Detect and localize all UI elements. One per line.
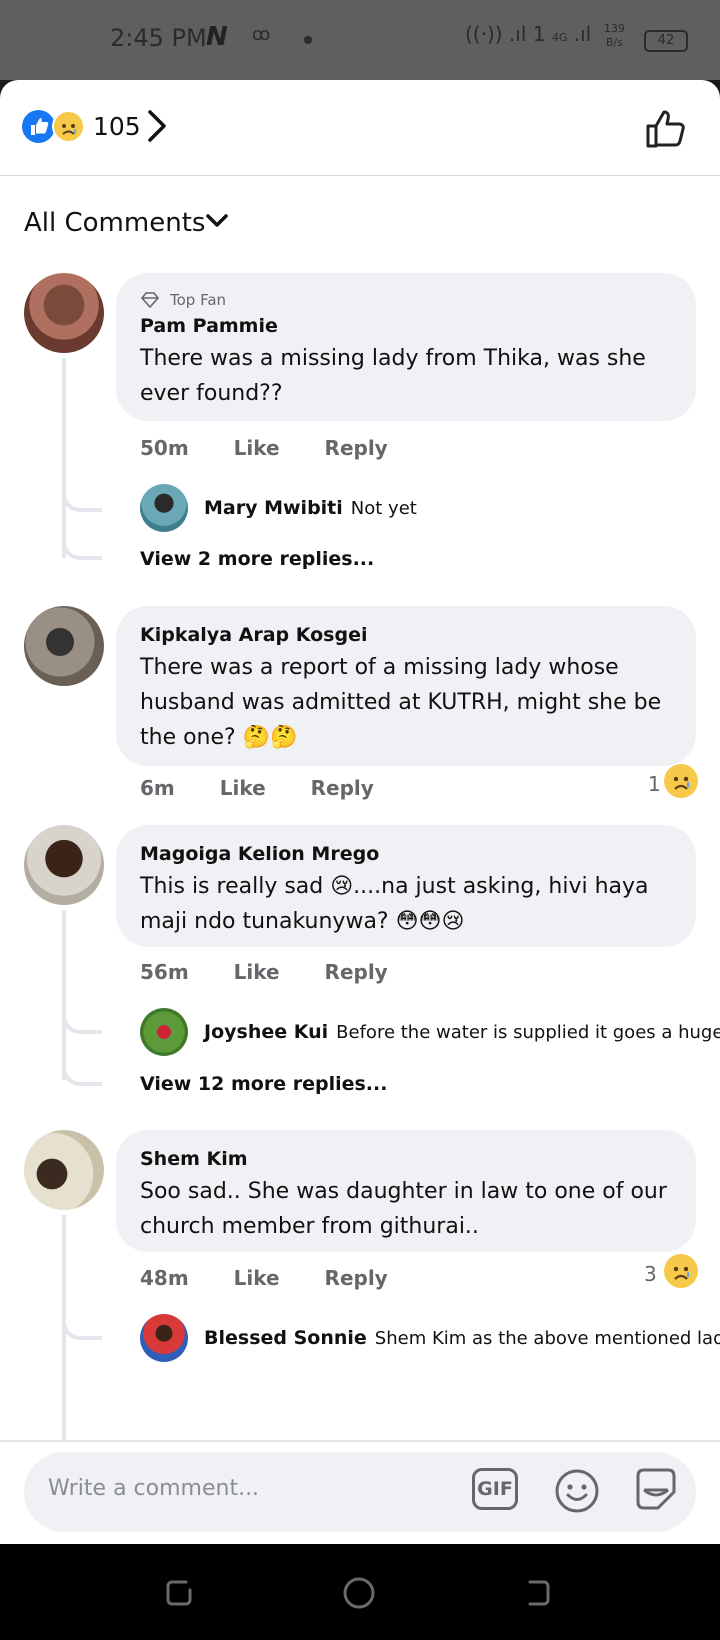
status-bar: 2:45 PM N ꝏ ((·)) .ıl 1 4G .ıl 139 B/s 42 — [0, 0, 720, 80]
reply-text: Not yet — [350, 497, 417, 519]
comment-text: There was a missing lady from Thika, was… — [140, 346, 646, 406]
net-speed: 139 B/s — [604, 22, 625, 49]
commenter-name[interactable]: Pam Pammie — [140, 315, 672, 337]
comment-actions: 48m Like Reply — [140, 1266, 426, 1290]
view-more-replies[interactable]: View 2 more replies... — [140, 548, 374, 570]
sticker-icon[interactable] — [632, 1466, 680, 1514]
like-outline-icon[interactable] — [644, 106, 688, 150]
notification-dot-icon — [304, 36, 312, 44]
avatar[interactable] — [24, 273, 104, 353]
avatar[interactable] — [140, 484, 188, 532]
like-reaction-icon — [22, 110, 55, 143]
reaction-count[interactable]: 1 — [648, 772, 661, 796]
commenter-name[interactable]: Kipkalya Arap Kosgei — [140, 624, 672, 646]
battery-icon: 42 — [644, 30, 688, 52]
status-time: 2:45 PM — [110, 24, 207, 52]
like-button[interactable]: Like — [234, 1266, 280, 1290]
n-app-icon: N — [206, 22, 228, 52]
reply-author[interactable]: Mary Mwibiti — [204, 497, 343, 519]
like-button[interactable]: Like — [234, 960, 280, 984]
like-button[interactable]: Like — [234, 436, 280, 460]
system-nav-bar — [0, 1544, 720, 1640]
comment-actions: 56m Like Reply — [140, 960, 426, 984]
reply-author[interactable]: Blessed Sonnie — [204, 1327, 367, 1349]
home-icon[interactable] — [342, 1576, 376, 1610]
comment-composer: Write a comment... GIF — [0, 1440, 720, 1544]
comment-actions: 50m Like Reply — [140, 436, 426, 460]
reply-button[interactable]: Reply — [325, 436, 388, 460]
comment-actions: 6m Like Reply — [140, 776, 412, 800]
reply-button[interactable]: Reply — [325, 960, 388, 984]
thread-connector — [62, 538, 102, 560]
comment-bubble[interactable]: Shem Kim Soo sad.. She was daughter in l… — [116, 1130, 696, 1252]
reply-item[interactable]: Joyshee Kui Before the water is supplied… — [140, 1008, 720, 1056]
avatar[interactable] — [24, 825, 104, 905]
back-icon[interactable] — [524, 1578, 554, 1608]
comment-bubble[interactable]: Magoiga Kelion Mrego This is really sad … — [116, 825, 696, 947]
comments-sheet: 105 All Comments Top Fan Pam Pammie Ther… — [0, 80, 720, 1544]
avatar[interactable] — [24, 606, 104, 686]
comment-time: 48m — [140, 1266, 189, 1290]
thread-connector — [62, 490, 102, 512]
recents-icon[interactable] — [164, 1578, 194, 1608]
reply-text: Before the water is supplied it goes a h… — [336, 1021, 720, 1043]
sad-reaction-icon — [664, 764, 698, 798]
commenter-name[interactable]: Shem Kim — [140, 1148, 672, 1170]
sad-reaction-icon — [664, 1254, 698, 1288]
reply-item[interactable]: Blessed Sonnie Shem Kim as the above men… — [140, 1314, 720, 1362]
commenter-name[interactable]: Magoiga Kelion Mrego — [140, 843, 672, 865]
like-button[interactable]: Like — [220, 776, 266, 800]
signal-icon: ((·)) .ıl 1 4G .ıl — [465, 22, 592, 46]
top-fan-badge: Top Fan — [140, 291, 672, 309]
thread-line — [62, 358, 66, 558]
avatar[interactable] — [24, 1130, 104, 1210]
comment-input[interactable]: Write a comment... GIF — [24, 1452, 696, 1532]
thread-line — [62, 910, 66, 1080]
comment-text: Soo sad.. She was daughter in law to one… — [140, 1179, 667, 1239]
thread-connector — [62, 1318, 102, 1340]
comment-text: This is really sad 😢....na just asking, … — [140, 874, 649, 934]
thread-connector — [62, 1064, 102, 1086]
diamond-icon — [140, 292, 160, 308]
reply-button[interactable]: Reply — [325, 1266, 388, 1290]
avatar[interactable] — [140, 1314, 188, 1362]
view-more-replies[interactable]: View 12 more replies... — [140, 1073, 387, 1095]
comment-time: 50m — [140, 436, 189, 460]
avatar[interactable] — [140, 1008, 188, 1056]
comment-filter-label[interactable]: All Comments — [24, 208, 205, 238]
thread-connector — [62, 1012, 102, 1034]
sad-reaction-icon — [52, 110, 85, 143]
comment-bubble[interactable]: Top Fan Pam Pammie There was a missing l… — [116, 273, 696, 421]
comment-placeholder: Write a comment... — [48, 1476, 260, 1501]
reply-button[interactable]: Reply — [311, 776, 374, 800]
chevron-right-icon[interactable] — [146, 106, 170, 146]
emoji-icon[interactable] — [554, 1468, 600, 1514]
reaction-count[interactable]: 3 — [644, 1262, 657, 1286]
comment-text: There was a report of a missing lady who… — [140, 655, 662, 750]
reply-item[interactable]: Mary Mwibiti Not yet — [140, 484, 417, 532]
reaction-count: 105 — [93, 112, 141, 141]
comment-bubble[interactable]: Kipkalya Arap Kosgei There was a report … — [116, 606, 696, 766]
comment-time: 56m — [140, 960, 189, 984]
reactions-bar[interactable]: 105 — [0, 80, 720, 176]
comment-time: 6m — [140, 776, 175, 800]
reply-text: Shem Kim as the above mentioned lady? — [374, 1327, 720, 1349]
gif-button[interactable]: GIF — [472, 1468, 518, 1510]
app-notification-icon: ꝏ — [252, 24, 271, 45]
reply-author[interactable]: Joyshee Kui — [204, 1021, 328, 1043]
chevron-down-icon[interactable] — [204, 206, 230, 236]
